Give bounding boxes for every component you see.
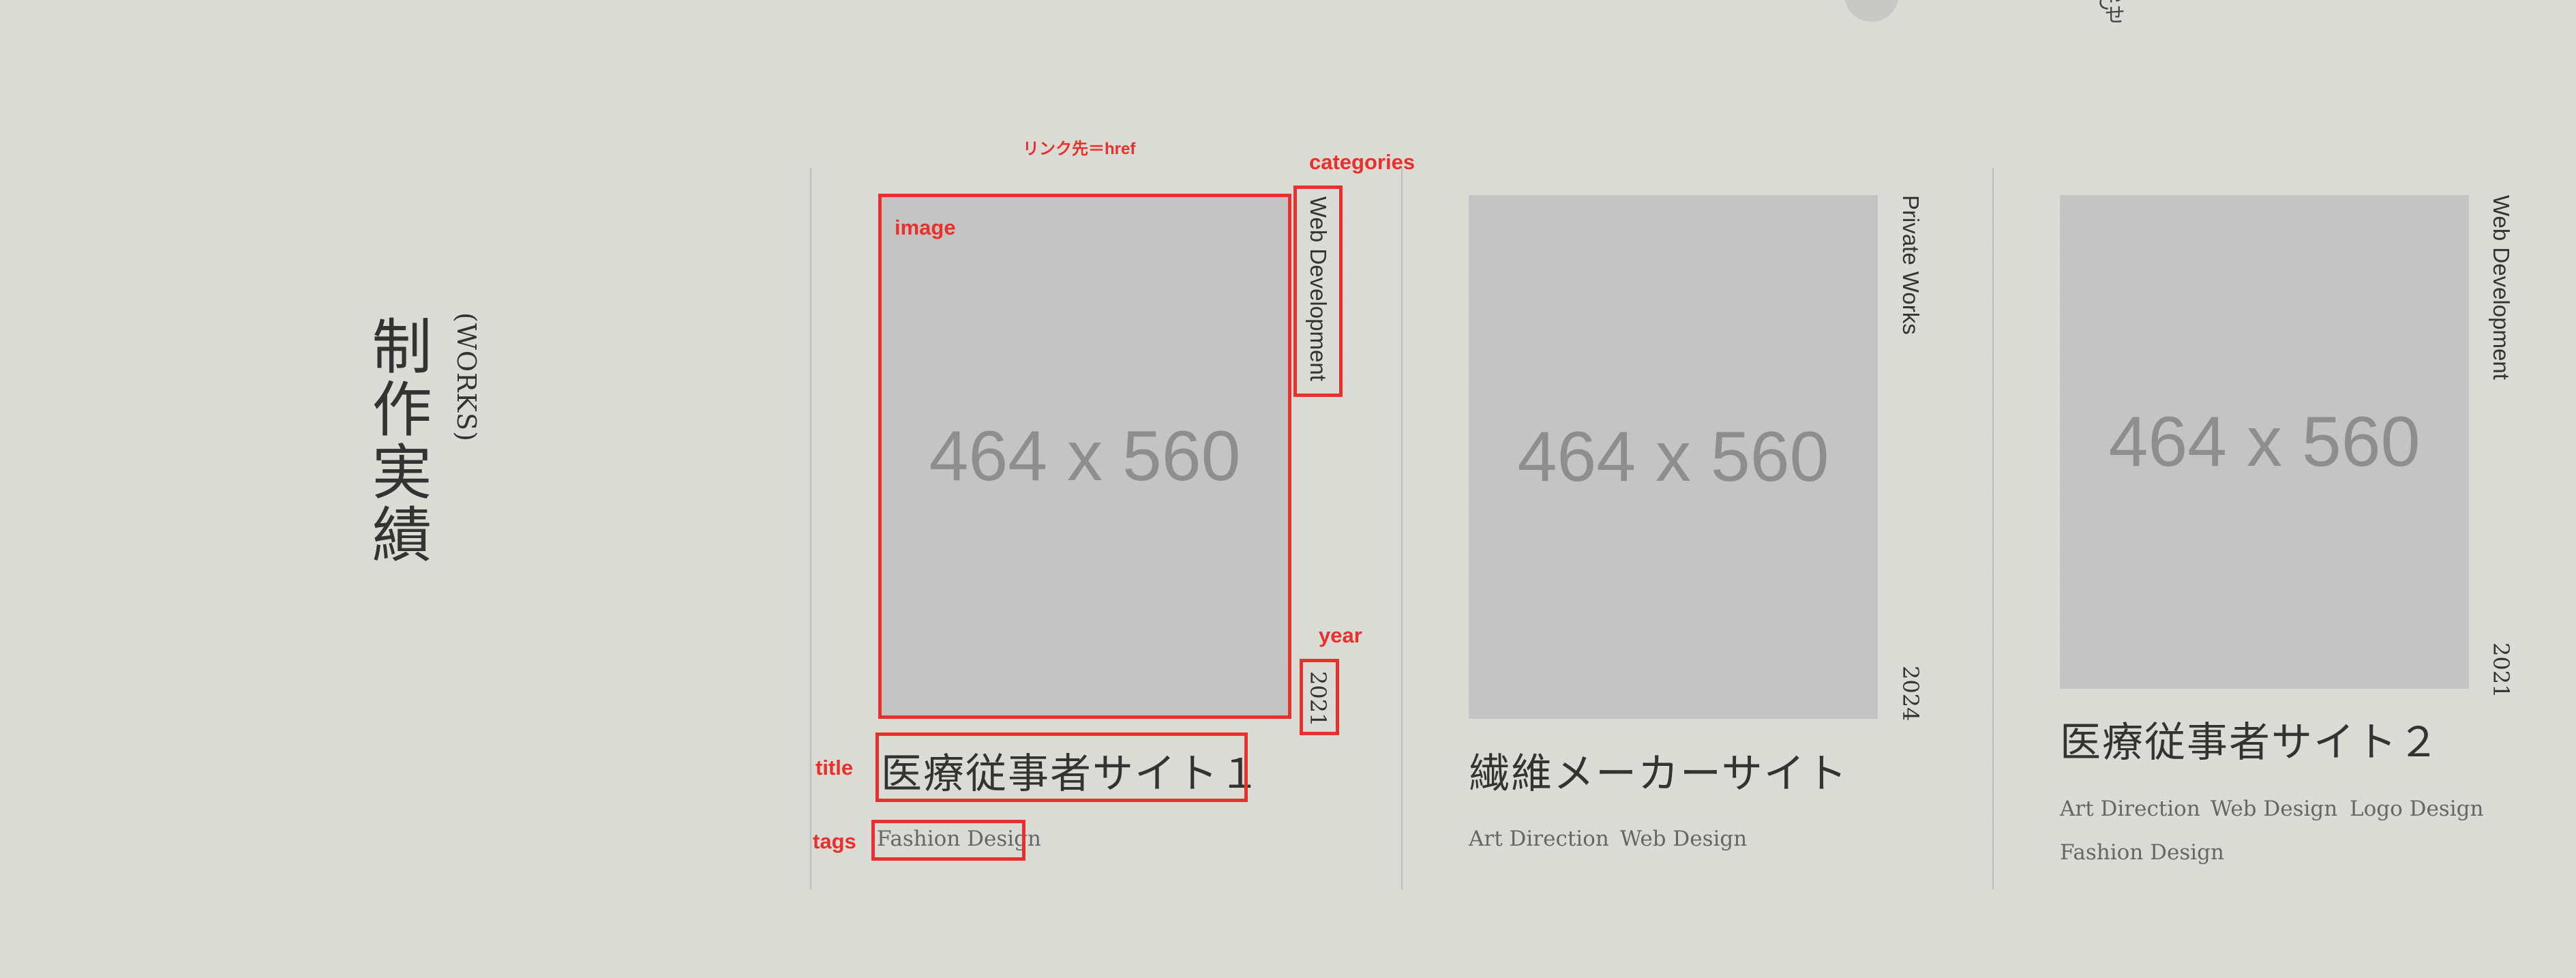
work-year: 2024 <box>1898 666 1923 722</box>
annotation-tags-label: tags <box>813 829 856 853</box>
annotation-year-label: year <box>1319 623 1362 647</box>
work-year: 2021 <box>2488 642 2514 698</box>
work-tag[interactable]: Logo Design <box>2350 797 2483 821</box>
annotation-tags-box <box>871 820 1025 861</box>
annotation-title-label: title <box>815 756 854 780</box>
section-subtitle: (WORKS) <box>451 312 481 442</box>
annotation-categories-label: categories <box>1309 150 1416 174</box>
nav-link-fragment[interactable]: て <box>2088 0 2116 14</box>
column-divider <box>810 168 811 889</box>
column-divider <box>1401 168 1403 889</box>
annotation-href-label: リンク先＝href <box>1023 140 1136 158</box>
work-category: Private Works <box>1898 195 1923 335</box>
annotation-categories-box <box>1293 186 1343 397</box>
nav-circle-button[interactable] <box>1844 0 1899 22</box>
annotation-year-box <box>1300 659 1339 735</box>
work-tag[interactable]: Web Design <box>2211 797 2337 821</box>
annotation-title-box <box>875 732 1248 802</box>
column-divider <box>1992 168 1994 889</box>
work-image[interactable]: 464 x 560 <box>2060 195 2469 689</box>
work-tag[interactable]: Art Direction <box>1469 827 1609 851</box>
work-tag[interactable]: Art Direction <box>2060 797 2200 821</box>
section-title: 制作実績 <box>362 315 432 566</box>
work-image[interactable]: 464 x 560 <box>1469 195 1878 719</box>
work-tag[interactable]: Web Design <box>1620 827 1747 851</box>
work-category: Web Development <box>2489 195 2514 380</box>
work-title[interactable]: 繊維メーカーサイト <box>1469 741 1848 800</box>
work-tag[interactable]: Fashion Design <box>2060 840 2224 865</box>
work-title[interactable]: 医療従事者サイト２ <box>2060 709 2440 769</box>
annotation-image-box <box>878 194 1291 719</box>
